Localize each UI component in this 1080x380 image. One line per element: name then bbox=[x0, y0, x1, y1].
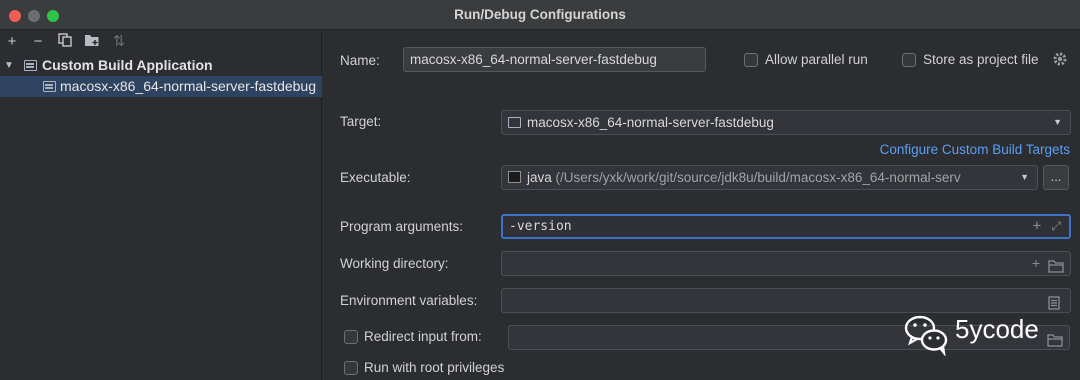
terminal-icon bbox=[508, 171, 521, 183]
root-privileges-label: Run with root privileges bbox=[364, 360, 505, 375]
program-arguments-value: -version bbox=[509, 219, 572, 234]
executable-label: Executable: bbox=[340, 170, 411, 185]
configuration-icon bbox=[508, 117, 521, 128]
tree-group-label: Custom Build Application bbox=[42, 57, 213, 73]
working-directory-input[interactable]: + bbox=[501, 251, 1071, 276]
configuration-form: Name: macosx-x86_64-normal-server-fastde… bbox=[323, 30, 1080, 380]
allow-parallel-label: Allow parallel run bbox=[765, 52, 868, 67]
target-label: Target: bbox=[340, 114, 382, 129]
copy-configuration-button[interactable] bbox=[56, 33, 74, 51]
target-value: macosx-x86_64-normal-server-fastdebug bbox=[527, 115, 774, 130]
sort-button[interactable]: ⇅ bbox=[110, 33, 128, 51]
custom-build-icon bbox=[24, 60, 37, 71]
executable-select[interactable]: java (/Users/yxk/work/git/source/jdk8u/b… bbox=[501, 165, 1038, 190]
root-privileges-checkbox[interactable] bbox=[344, 361, 358, 375]
executable-name: java bbox=[527, 170, 552, 185]
configuration-icon bbox=[43, 81, 56, 92]
chevron-down-icon: ▼ bbox=[1053, 117, 1062, 127]
tree-group-custom-build[interactable]: ▼ Custom Build Application bbox=[0, 55, 322, 76]
document-icon[interactable] bbox=[1048, 294, 1060, 312]
copy-icon bbox=[58, 33, 72, 47]
configurations-sidebar: + − ⇅ ▼ Custom Build Application macosx-… bbox=[0, 30, 322, 380]
store-project-checkbox[interactable] bbox=[902, 53, 916, 67]
watermark: 5ycode bbox=[903, 312, 1063, 360]
chevron-down-icon: ▼ bbox=[1020, 172, 1029, 182]
gear-icon[interactable] bbox=[1052, 51, 1068, 70]
configure-targets-link[interactable]: Configure Custom Build Targets bbox=[880, 142, 1070, 157]
environment-variables-label: Environment variables: bbox=[340, 293, 478, 308]
wechat-logo-icon bbox=[904, 315, 948, 357]
folder-icon[interactable] bbox=[1048, 257, 1064, 275]
tree-item-configuration[interactable]: macosx-x86_64-normal-server-fastdebug bbox=[0, 76, 322, 97]
environment-variables-input[interactable] bbox=[501, 288, 1071, 313]
insert-macro-icon[interactable]: + bbox=[1033, 216, 1041, 237]
new-folder-button[interactable] bbox=[83, 33, 101, 51]
program-arguments-label: Program arguments: bbox=[340, 219, 464, 234]
program-arguments-input[interactable]: -version + ⤢ bbox=[501, 214, 1071, 239]
target-select[interactable]: macosx-x86_64-normal-server-fastdebug ▼ bbox=[501, 110, 1071, 135]
title-bar: Run/Debug Configurations bbox=[0, 0, 1080, 30]
tree-item-label: macosx-x86_64-normal-server-fastdebug bbox=[60, 78, 316, 94]
expand-icon[interactable]: ⤢ bbox=[1051, 216, 1061, 237]
working-directory-label: Working directory: bbox=[340, 256, 449, 271]
redirect-input-label: Redirect input from: bbox=[364, 329, 482, 344]
store-project-label: Store as project file bbox=[923, 52, 1039, 67]
remove-configuration-button[interactable]: − bbox=[29, 33, 47, 51]
add-configuration-button[interactable]: + bbox=[3, 33, 21, 51]
name-field[interactable]: macosx-x86_64-normal-server-fastdebug bbox=[403, 47, 706, 72]
window-title: Run/Debug Configurations bbox=[454, 7, 626, 22]
watermark-text: 5ycode bbox=[955, 314, 1039, 344]
redirect-input-checkbox[interactable] bbox=[344, 330, 358, 344]
insert-macro-icon[interactable]: + bbox=[1032, 252, 1040, 275]
executable-path: (/Users/yxk/work/git/source/jdk8u/build/… bbox=[555, 170, 961, 185]
name-label: Name: bbox=[340, 53, 380, 68]
folder-icon bbox=[85, 35, 99, 46]
allow-parallel-checkbox[interactable] bbox=[744, 53, 758, 67]
browse-executable-button[interactable]: ... bbox=[1043, 165, 1069, 190]
sidebar-toolbar: + − ⇅ bbox=[0, 30, 322, 55]
chevron-down-icon[interactable]: ▼ bbox=[4, 55, 14, 76]
